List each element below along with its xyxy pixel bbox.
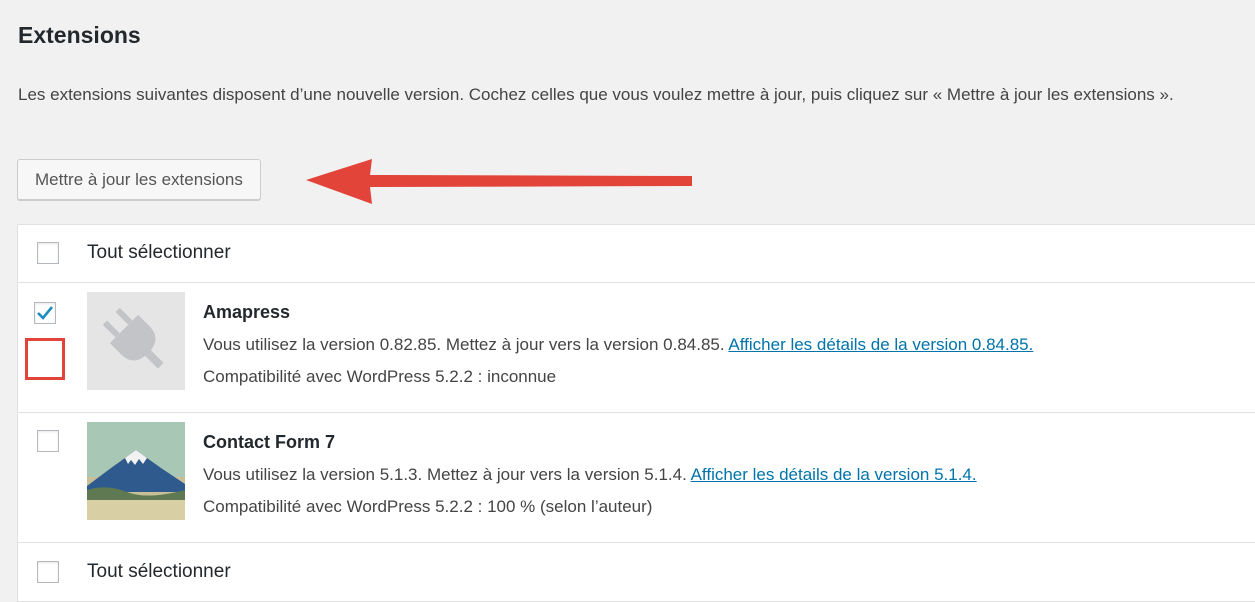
table-header-row: Tout sélectionner (18, 225, 1255, 283)
plugin-name: Amapress (203, 302, 291, 322)
plugin-checkbox-amapress[interactable] (34, 302, 56, 324)
plugin-row-amapress: Amapress Vous utilisez la version 0.82.8… (18, 282, 1255, 413)
update-extensions-button[interactable]: Mettre à jour les extensions (17, 159, 261, 200)
update-instructions: Les extensions suivantes disposent d’une… (18, 85, 1174, 104)
plugin-compatibility: Compatibilité avec WordPress 5.2.2 : 100… (203, 497, 653, 516)
mount-fuji-icon (87, 422, 185, 520)
plugin-version-info: Vous utilisez la version 5.1.3. Mettez à… (203, 465, 977, 485)
plugins-table: Tout sélectionner Amapress Vous utilisez… (17, 224, 1255, 602)
version-details-link[interactable]: Afficher les détails de la version 0.84.… (728, 335, 1033, 354)
plug-icon (103, 308, 164, 369)
version-text: Vous utilisez la version 5.1.3. Mettez à… (203, 465, 691, 484)
table-footer-row: Tout sélectionner (18, 542, 1255, 602)
select-all-checkbox-footer[interactable] (37, 561, 59, 583)
select-all-label: Tout sélectionner (87, 242, 231, 263)
checkmark-icon (37, 306, 54, 320)
version-text: Vous utilisez la version 0.82.85. Mettez… (203, 335, 729, 354)
select-all-checkbox[interactable] (37, 242, 59, 264)
page-title: Extensions (18, 22, 141, 48)
plugin-name: Contact Form 7 (203, 432, 336, 452)
plugin-compatibility: Compatibilité avec WordPress 5.2.2 : inc… (203, 367, 557, 386)
red-arrow-left-icon (306, 159, 692, 204)
plugin-checkbox-contact-form-7[interactable] (37, 430, 59, 452)
version-details-link[interactable]: Afficher les détails de la version 5.1.4… (691, 465, 977, 484)
plugin-thumbnail-amapress (87, 292, 185, 390)
select-all-label: Tout sélectionner (87, 561, 231, 582)
plugin-row-contact-form-7: Contact Form 7 Vous utilisez la version … (18, 412, 1255, 543)
plugin-thumbnail-contact-form-7 (87, 422, 185, 520)
plugin-version-info: Vous utilisez la version 0.82.85. Mettez… (203, 335, 1033, 355)
checkbox-highlight-annotation (25, 338, 65, 380)
